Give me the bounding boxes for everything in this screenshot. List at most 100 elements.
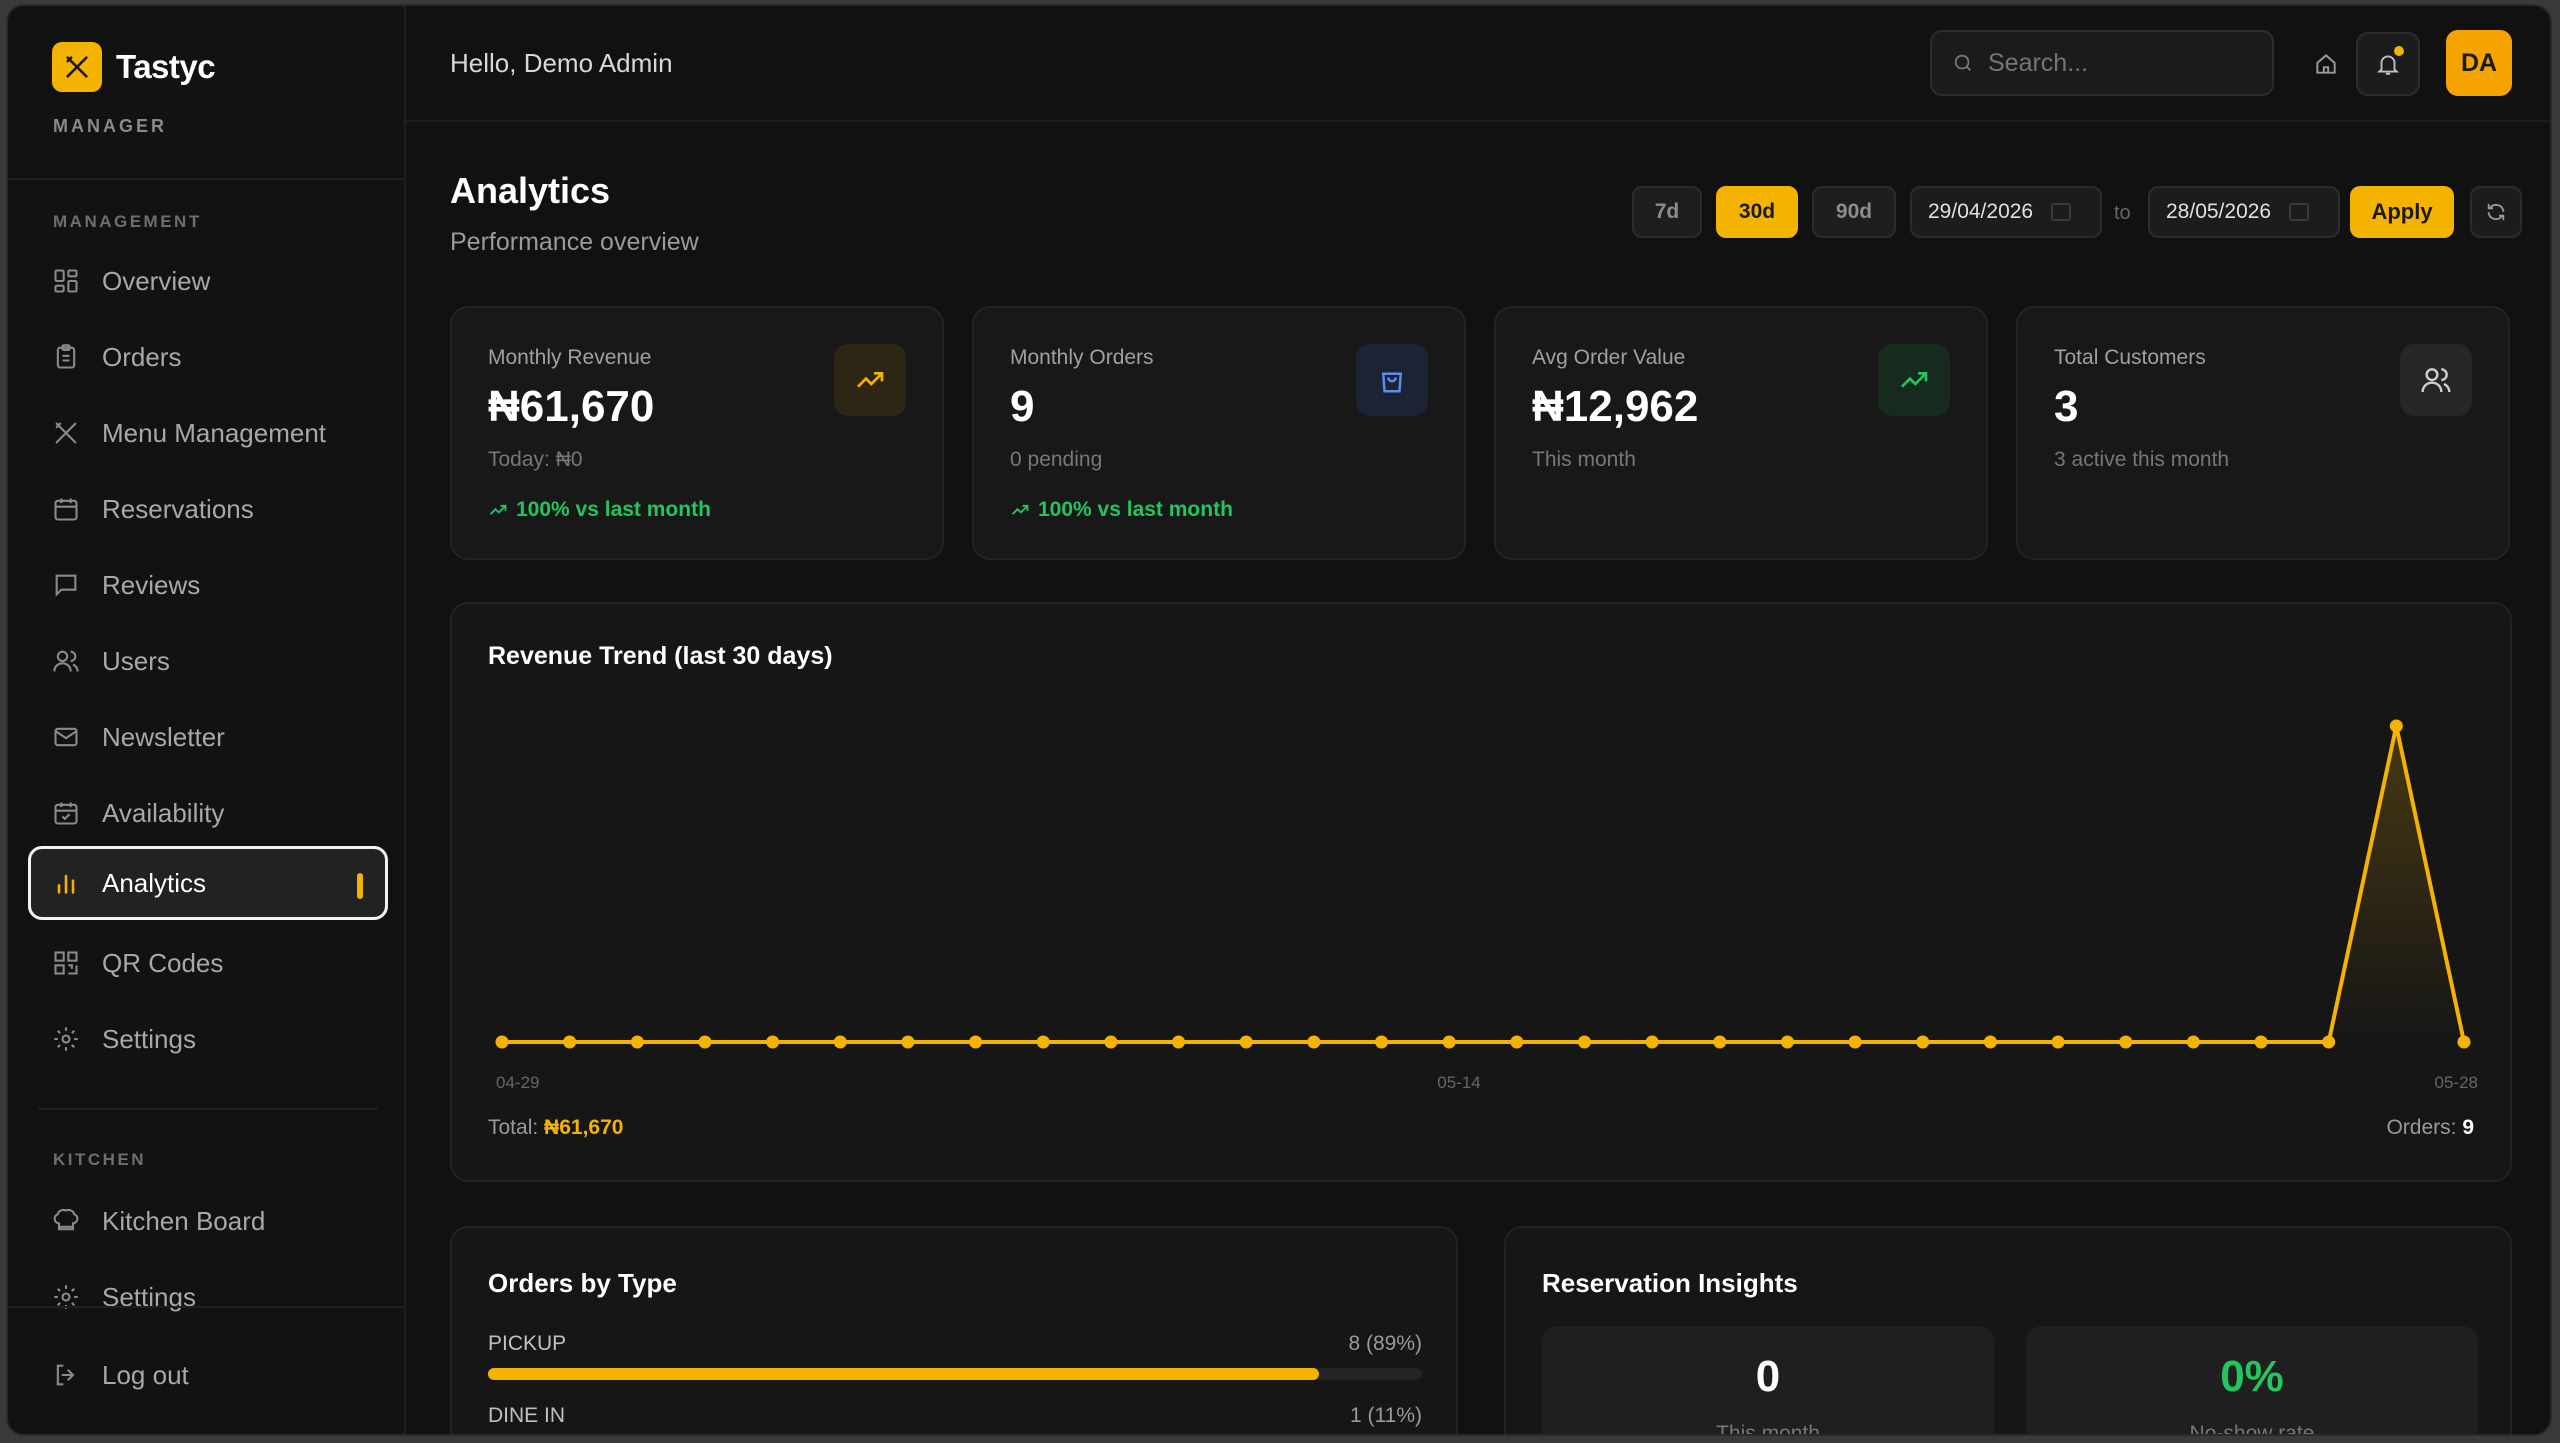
sidebar-item-kitchen-settings[interactable]: Settings <box>28 1260 388 1334</box>
chart-point <box>1375 1035 1389 1049</box>
sidebar-item-newsletter[interactable]: Newsletter <box>28 700 388 774</box>
stat-icon <box>834 344 906 416</box>
chart-point <box>2389 719 2403 733</box>
home-button[interactable] <box>2294 32 2358 96</box>
chart-orders: Orders: 9 <box>2386 1116 2474 1140</box>
stat-card-revenue: Monthly Revenue ₦61,670 Today: ₦0 100% v… <box>450 306 944 560</box>
chart-point <box>1172 1035 1186 1049</box>
sidebar-item-kitchen-board[interactable]: Kitchen Board <box>28 1184 388 1258</box>
stat-note: This month <box>1532 448 1636 471</box>
utensils-icon <box>55 422 77 444</box>
type-label: DINE IN <box>488 1404 566 1427</box>
chart-total: Total: ₦61,670 <box>488 1116 623 1140</box>
stat-note: 0 pending <box>1010 448 1103 471</box>
logout-label: Log out <box>102 1359 189 1390</box>
sidebar-item-label: Menu Management <box>102 417 327 448</box>
date-from-value: 29/04/2026 <box>1928 200 2034 223</box>
greeting: Hello, Demo Admin <box>450 48 673 78</box>
sidebar-item-label: Settings <box>102 1023 196 1054</box>
stat-trend-text: 100% vs last month <box>516 498 711 521</box>
date-to-value: 28/05/2026 <box>2166 200 2272 223</box>
refresh-button[interactable] <box>2470 186 2522 238</box>
sidebar-item-label: Reservations <box>102 493 254 524</box>
page-subtitle: Performance overview <box>450 228 699 256</box>
sidebar-item-qr-codes[interactable]: QR Codes <box>28 926 388 1000</box>
revenue-chart: 04-29 05-14 05-28 <box>495 719 2478 1092</box>
chart-point <box>1036 1035 1050 1049</box>
sidebar-item-overview[interactable]: Overview <box>28 244 388 318</box>
sidebar-item-availability[interactable]: Availability <box>28 776 388 850</box>
chart-point <box>563 1035 577 1049</box>
apply-button[interactable]: Apply <box>2350 186 2454 238</box>
insight-this-month: 0 This month <box>1542 1326 1994 1434</box>
sidebar-item-label: Users <box>102 645 170 676</box>
sidebar-item-reservations[interactable]: Reservations <box>28 472 388 546</box>
sidebar-item-label: QR Codes <box>102 947 224 978</box>
grid-icon <box>54 269 78 293</box>
logout-button[interactable]: Log out <box>28 1338 388 1412</box>
stat-note: Today: ₦0 <box>488 448 583 471</box>
chart-point <box>1577 1035 1591 1049</box>
brand[interactable]: Tastyc <box>52 42 216 92</box>
insight-no-show-rate: 0% No-show rate <box>2026 1326 2478 1434</box>
sidebar-item-label: Reviews <box>102 569 201 600</box>
kitchen-section-label: KITCHEN <box>53 1150 147 1169</box>
qr-icon <box>54 951 78 975</box>
chart-point <box>1442 1035 1456 1049</box>
stat-value: ₦12,962 <box>1532 382 1699 431</box>
sidebar-item-label: Availability <box>102 797 225 828</box>
type-progress-fill <box>488 1368 1320 1380</box>
chart-point <box>698 1035 712 1049</box>
sidebar-divider <box>8 178 406 180</box>
type-label: PICKUP <box>488 1332 567 1355</box>
chart-point <box>2186 1035 2200 1049</box>
trending-up-icon <box>1901 372 1928 388</box>
search-box[interactable] <box>1930 30 2274 96</box>
sidebar-item-analytics[interactable]: Analytics <box>28 846 388 920</box>
stat-card-customers: Total Customers 3 3 active this month <box>2016 306 2510 560</box>
stat-icon <box>2400 344 2472 416</box>
chart-point <box>901 1035 915 1049</box>
date-to-field[interactable]: 28/05/2026 <box>2148 186 2340 238</box>
users-icon <box>53 650 79 672</box>
chart-total-label: Total: <box>488 1116 539 1139</box>
sidebar-divider <box>38 1108 378 1110</box>
sidebar-item-label: Kitchen Board <box>102 1205 266 1236</box>
stat-card-avg-order: Avg Order Value ₦12,962 This month <box>1494 306 1988 560</box>
sidebar-item-menu-management[interactable]: Menu Management <box>28 396 388 470</box>
sidebar-item-orders[interactable]: Orders <box>28 320 388 394</box>
stat-icon <box>1878 344 1950 416</box>
sidebar-item-users[interactable]: Users <box>28 624 388 698</box>
chart-point <box>1510 1035 1524 1049</box>
insight-value: 0% <box>2220 1352 2284 1401</box>
date-from-field[interactable]: 29/04/2026 <box>1910 186 2102 238</box>
reservation-insights-card: Reservation Insights 0 This month 0% No-… <box>1504 1226 2512 1434</box>
app-window: Tastyc MANAGER MANAGEMENT Overview Order… <box>6 4 2552 1436</box>
stat-note: 3 active this month <box>2054 448 2230 471</box>
sidebar-item-label: Overview <box>102 265 211 296</box>
range-7d-button[interactable]: 7d <box>1632 186 1702 238</box>
x-tick-label: 05-28 <box>2435 1073 2478 1092</box>
users-icon <box>2421 368 2451 393</box>
range-30d-button[interactable]: 30d <box>1716 186 1798 238</box>
avatar[interactable]: DA <box>2446 30 2512 96</box>
stat-label: Monthly Revenue <box>488 346 652 369</box>
sidebar-item-reviews[interactable]: Reviews <box>28 548 388 622</box>
sidebar: Tastyc MANAGER MANAGEMENT Overview Order… <box>8 6 406 1434</box>
message-icon <box>55 574 77 597</box>
chart-point <box>2254 1035 2268 1049</box>
chart-point <box>766 1035 780 1049</box>
chart-point <box>1645 1035 1659 1049</box>
x-tick-label: 04-29 <box>496 1073 539 1092</box>
sidebar-item-settings[interactable]: Settings <box>28 1002 388 1076</box>
range-90d-button[interactable]: 90d <box>1812 186 1896 238</box>
chart-points <box>495 719 2471 1049</box>
chart-point <box>1713 1035 1727 1049</box>
type-count: 1 (11%) <box>1350 1404 1422 1427</box>
stat-label: Monthly Orders <box>1010 346 1154 369</box>
search-input[interactable] <box>1988 48 2248 78</box>
notifications-button[interactable] <box>2356 32 2420 96</box>
revenue-chart-card: Revenue Trend (last 30 days) 04-29 05-14… <box>450 602 2512 1182</box>
chart-point <box>969 1035 983 1049</box>
sidebar-divider <box>8 1306 406 1308</box>
